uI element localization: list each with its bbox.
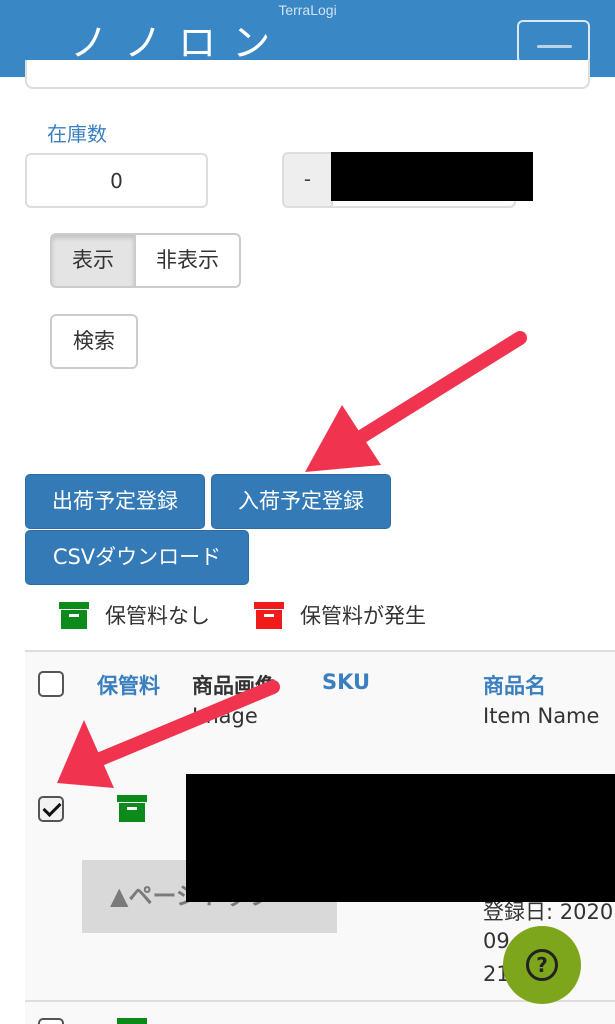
arrow-to-row-checkbox-icon [57,680,280,788]
annotation-arrows [57,331,527,788]
arrow-to-arrival-button-icon [305,331,527,472]
